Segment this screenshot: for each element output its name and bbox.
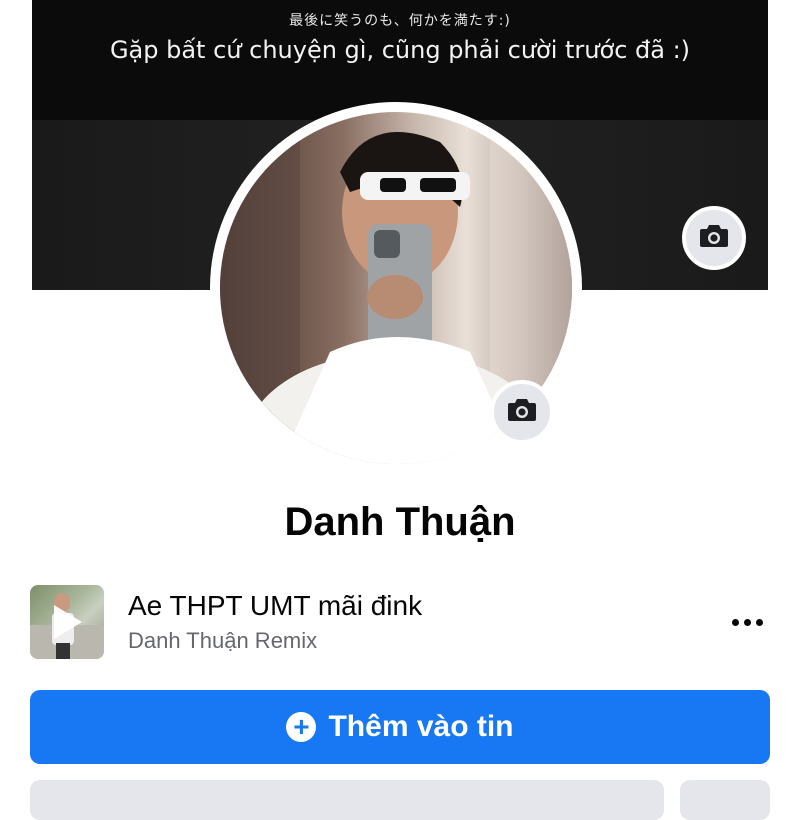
add-to-story-button[interactable]: + Thêm vào tin: [30, 690, 770, 764]
more-options-button[interactable]: [722, 608, 772, 636]
profile-name: Danh Thuận: [284, 500, 516, 544]
music-artist: Danh Thuận Remix: [128, 628, 318, 653]
more-icon: [731, 618, 739, 626]
plus-circle-icon: +: [286, 712, 317, 742]
edit-profile-button[interactable]: [30, 780, 664, 820]
play-icon[interactable]: [54, 605, 82, 639]
more-actions-button[interactable]: [680, 780, 770, 820]
cover-caption-japanese: 最後に笑うのも、何かを満たす:): [289, 13, 511, 29]
cover-caption-vietnamese: Gặp bất cứ chuyện gì, cũng phải cười trư…: [109, 36, 691, 64]
edit-cover-photo-button[interactable]: [682, 206, 746, 270]
edit-avatar-button[interactable]: [490, 380, 554, 444]
music-title[interactable]: Ae THPT UMT mãi đink: [128, 590, 422, 622]
camera-icon: [699, 223, 729, 254]
camera-icon: [507, 397, 537, 428]
music-thumbnail[interactable]: [30, 585, 104, 659]
add-to-story-label: Thêm vào tin: [328, 710, 514, 743]
